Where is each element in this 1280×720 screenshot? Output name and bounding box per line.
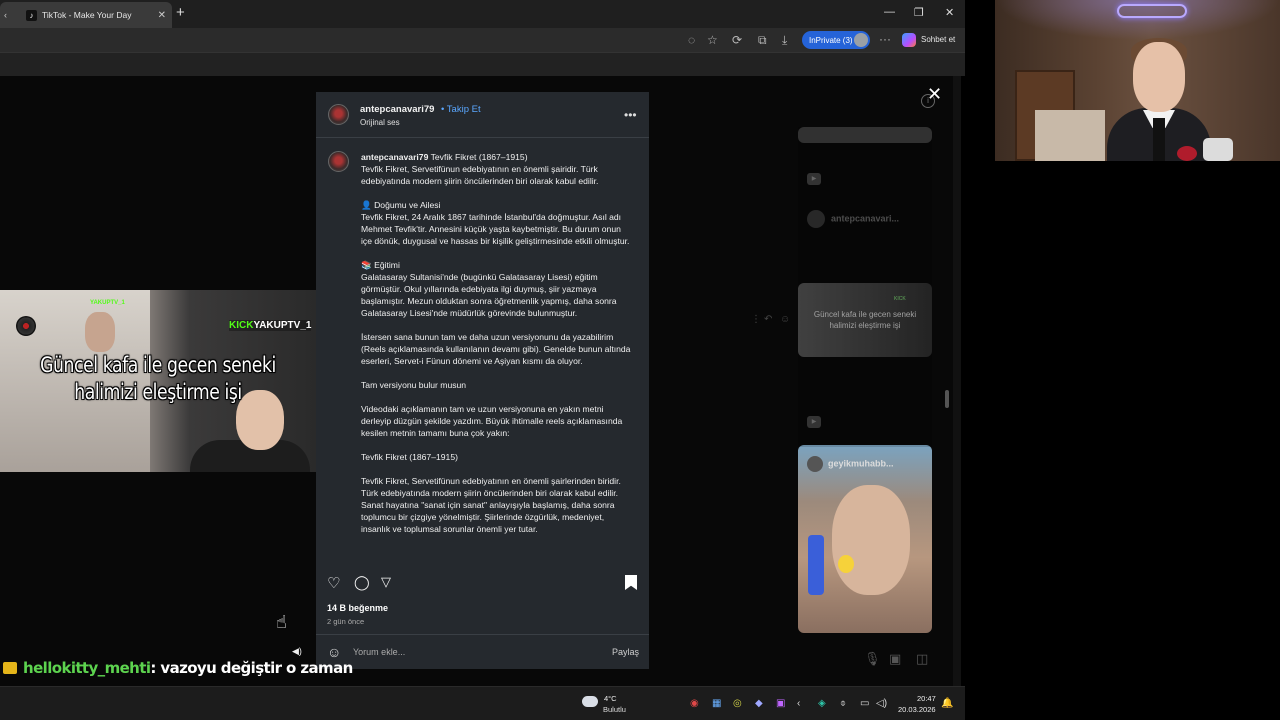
- post-time: 2 gün önce: [327, 617, 365, 626]
- tray-app-icon[interactable]: ▣: [776, 698, 785, 709]
- minimize-icon[interactable]: —: [884, 6, 895, 18]
- share-icon[interactable]: ▽: [381, 574, 391, 590]
- dartboard-image: [16, 316, 36, 336]
- caption-avatar[interactable]: [328, 151, 349, 172]
- microphone-icon[interactable]: 🎙: [864, 651, 881, 667]
- collections-icon[interactable]: ⧉: [758, 33, 767, 48]
- tab-title: TikTok - Make Your Day: [42, 10, 132, 20]
- scrollbar[interactable]: [953, 76, 961, 686]
- image-icon[interactable]: ▣: [889, 651, 901, 667]
- kick-watermark: KICKYAKUPTV_1: [229, 320, 312, 331]
- caption-paragraph: Tevfik Fikret (1867–1915): [361, 452, 458, 462]
- copilot-icon[interactable]: [902, 33, 916, 47]
- caption-username[interactable]: antepcanavari79: [361, 152, 428, 162]
- feed-item-user[interactable]: geyikmuhabb...: [807, 456, 894, 472]
- post-caption: antepcanavari79 Tevfik Fikret (1867–1915…: [361, 151, 633, 557]
- favorite-star-icon[interactable]: ☆: [707, 33, 718, 47]
- tiktok-icon: ♪: [26, 9, 37, 21]
- stream-chat-message: hellokitty_mehti: vazoyu değiştir o zama…: [3, 659, 353, 677]
- caption-paragraph: Tam versiyonu bulur musun: [361, 380, 467, 390]
- tray-app-icon[interactable]: ◎: [733, 698, 742, 709]
- microphone-icon[interactable]: ⌽: [840, 698, 846, 709]
- cloud-icon[interactable]: [582, 696, 598, 707]
- kick-watermark-small: YAKUPTV_1: [90, 300, 125, 306]
- tray-chevron-icon[interactable]: ‹: [797, 698, 800, 709]
- divider: [316, 137, 649, 138]
- inprivate-label: InPrivate (3): [809, 35, 853, 45]
- volume-icon[interactable]: ◁): [876, 698, 887, 709]
- tray-app-icon[interactable]: ◉: [690, 698, 699, 709]
- divider: [316, 634, 649, 635]
- emoji-icon[interactable]: ☺: [327, 644, 341, 660]
- reply-icon[interactable]: ↶: [764, 314, 772, 325]
- caption-paragraph: Videodaki açıklamanın tam ve uzun versiy…: [361, 404, 623, 438]
- caption-paragraph: İstersen sana bunun tam ve daha uzun ver…: [361, 332, 631, 366]
- caption-paragraph: 👤 Doğumu ve Ailesi Tevfik Fikret, 24 Ara…: [361, 200, 630, 246]
- tray-app-icon[interactable]: ◆: [755, 698, 763, 709]
- audio-label[interactable]: Orijinal ses: [360, 118, 400, 127]
- feed-thumbnail[interactable]: [798, 445, 932, 633]
- volume-icon[interactable]: ◀): [292, 646, 302, 657]
- more-icon[interactable]: •••: [624, 108, 637, 122]
- like-count[interactable]: 14 B beğenme: [327, 603, 388, 613]
- neon-sign-image: [1117, 4, 1187, 18]
- comment-input[interactable]: [353, 647, 593, 657]
- weather-description[interactable]: Bulutlu: [603, 705, 626, 714]
- copilot-chat-button[interactable]: Sohbet et: [921, 35, 955, 44]
- more-vertical-icon[interactable]: ⋮: [751, 314, 761, 325]
- video-caption: Güncel kafa ile gecen seneki halimizi el…: [40, 353, 276, 404]
- emoji-icon[interactable]: ☺: [780, 314, 790, 325]
- close-window-icon[interactable]: ✕: [945, 6, 954, 19]
- caption-paragraph: Tevfik Fikret, Servetifünun edebiyatının…: [361, 476, 621, 534]
- notification-bell-icon[interactable]: 🔔: [941, 698, 953, 709]
- caption-paragraph: Tevfik Fikret, Servetifünun edebiyatının…: [361, 164, 599, 186]
- hand-cursor-icon: ☝: [276, 612, 287, 632]
- caption-paragraph: 📚 Eğitimi Galatasaray Sultanisi'nde (bug…: [361, 260, 617, 318]
- weather-temperature[interactable]: 4°C: [604, 694, 617, 703]
- post-comment-button[interactable]: Paylaş: [612, 647, 639, 657]
- clock-date[interactable]: 20.03.2026: [898, 705, 936, 714]
- extensions-icon[interactable]: ⟳: [732, 33, 742, 47]
- sticker-icon[interactable]: ◫: [916, 651, 928, 667]
- post-username[interactable]: antepcanavari79: [360, 104, 434, 115]
- download-icon[interactable]: ⤓: [782, 33, 787, 48]
- scrollbar-thumb[interactable]: [945, 390, 949, 408]
- profile-avatar: [854, 33, 868, 47]
- restore-icon[interactable]: ❐: [914, 6, 924, 19]
- inprivate-button[interactable]: InPrivate (3): [802, 31, 870, 49]
- caption-title: Tevfik Fikret (1867–1915): [430, 152, 528, 162]
- chevron-left-icon[interactable]: ‹: [4, 10, 14, 20]
- avatar: [807, 456, 823, 472]
- clock-time[interactable]: 20:47: [917, 694, 936, 703]
- follow-button[interactable]: • Takip Et: [441, 104, 481, 115]
- chat-username: hellokitty_mehti: [23, 659, 151, 677]
- display-icon[interactable]: ▭: [860, 698, 869, 709]
- like-icon[interactable]: ♡: [327, 574, 340, 592]
- crown-badge-icon: [3, 662, 17, 674]
- tray-app-icon[interactable]: ▦: [712, 698, 721, 709]
- tracking-prevention-icon[interactable]: ◌: [688, 33, 695, 47]
- chat-text: : vazoyu değiştir o zaman: [150, 659, 353, 677]
- close-tab-icon[interactable]: ✕: [158, 10, 166, 21]
- browser-tab[interactable]: ‹ ♪ TikTok - Make Your Day ✕: [0, 2, 172, 28]
- tray-app-icon[interactable]: ◈: [818, 698, 826, 709]
- webcam-feed: [995, 0, 1280, 161]
- feed-dim-overlay: [798, 127, 932, 447]
- page-header: [0, 52, 965, 76]
- comment-icon[interactable]: ◯: [354, 574, 370, 591]
- more-options-icon[interactable]: ···: [879, 32, 891, 46]
- close-modal-icon[interactable]: ✕: [927, 84, 942, 105]
- new-tab-icon[interactable]: +: [176, 4, 185, 21]
- avatar[interactable]: [328, 104, 349, 125]
